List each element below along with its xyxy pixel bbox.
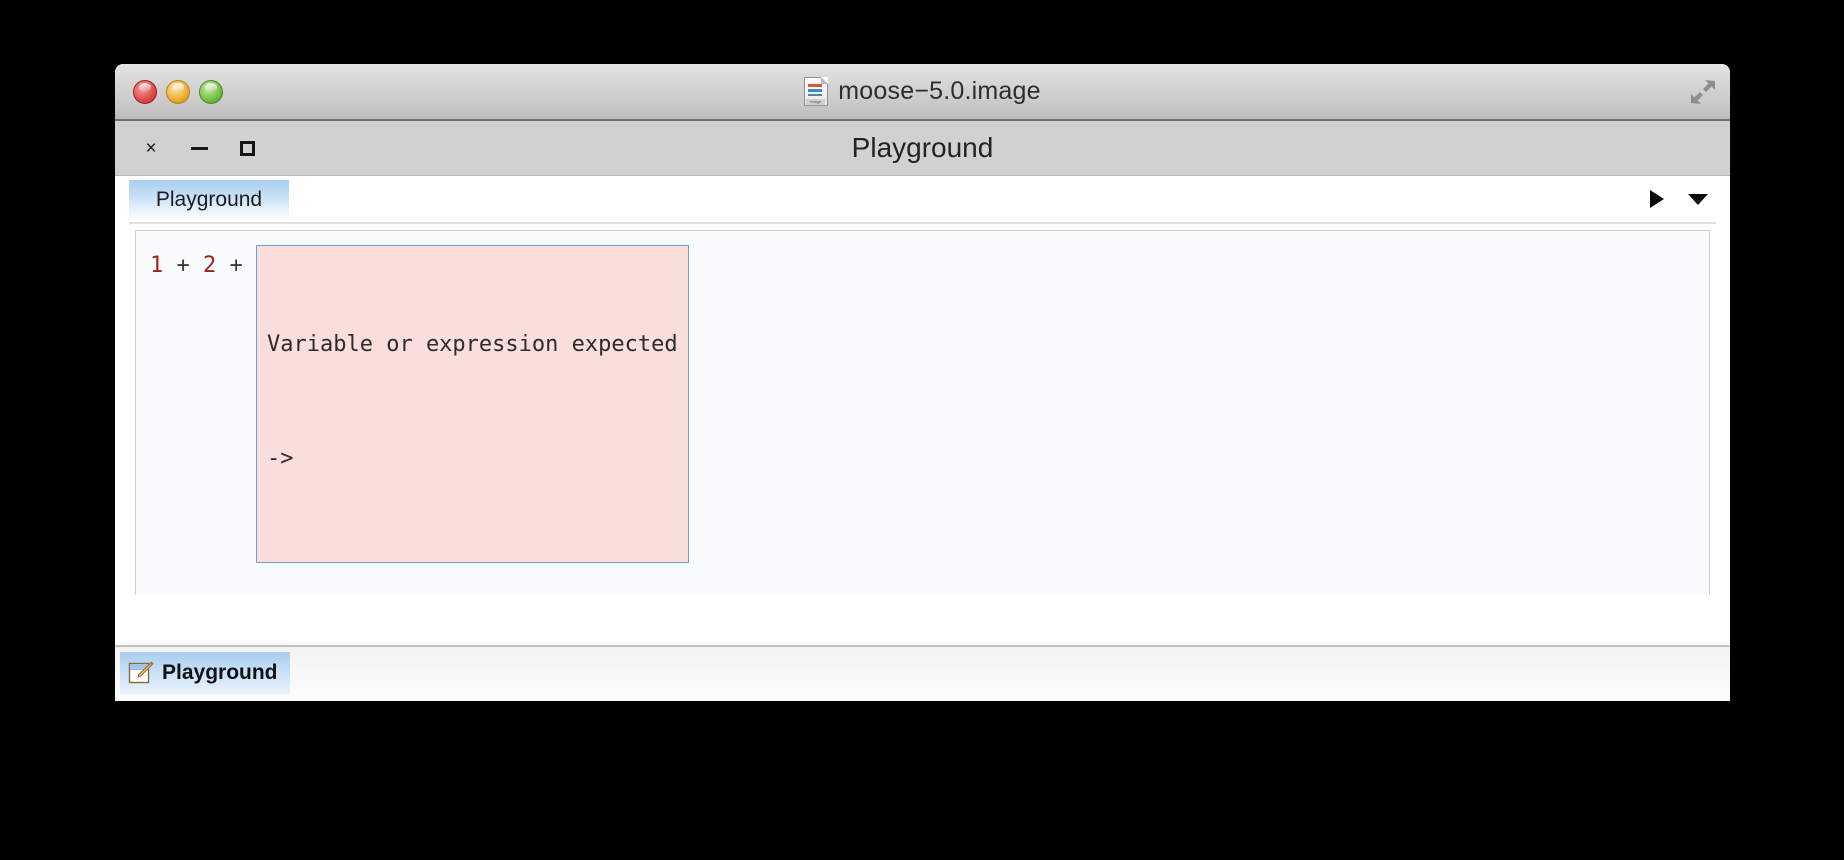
minimize-icon[interactable]	[188, 137, 210, 159]
app-window-controls: ×	[140, 137, 258, 159]
image-file-icon-glyph	[808, 82, 823, 100]
os-window-title: image moose−5.0.image	[115, 64, 1730, 119]
minimize-window-button[interactable]	[166, 79, 190, 104]
traffic-lights	[133, 79, 223, 104]
content-panel: Playground 1 + 2 + Variable or expressio…	[115, 175, 1730, 649]
taskbar: Playground	[115, 645, 1730, 701]
maximize-icon[interactable]	[236, 137, 258, 159]
syntax-error-arrow: ->	[267, 446, 294, 471]
app-bottom-strip	[115, 595, 1730, 649]
tab-playground[interactable]: Playground	[129, 180, 289, 220]
syntax-error-box: Variable or expression expected ->	[256, 245, 689, 563]
code-editor[interactable]: 1 + 2 + Variable or expression expected …	[135, 230, 1710, 637]
tab-row: Playground	[115, 176, 1730, 222]
os-window: image moose−5.0.image × Playground Playg…	[115, 64, 1730, 701]
code-token-operator-1: +	[163, 253, 203, 278]
app-titlebar[interactable]: × Playground	[115, 121, 1730, 175]
zoom-window-button[interactable]	[199, 79, 223, 104]
close-window-button[interactable]	[133, 79, 157, 104]
code-token-number-2: 2	[203, 253, 217, 278]
code-token-number-1: 1	[150, 253, 164, 278]
image-file-icon-label: image	[806, 99, 826, 105]
resize-diagonal-icon[interactable]	[1690, 79, 1716, 105]
close-icon[interactable]: ×	[140, 137, 162, 159]
os-window-title-text: moose−5.0.image	[838, 77, 1041, 105]
playground-pencil-icon	[128, 660, 154, 686]
editor-toolbar	[1650, 190, 1708, 208]
code-line: 1 + 2 + Variable or expression expected …	[136, 231, 1709, 563]
tab-separator	[129, 222, 1716, 224]
taskbar-item-label: Playground	[162, 661, 278, 684]
code-token-operator-2: +	[216, 253, 256, 278]
tab-playground-label: Playground	[155, 188, 263, 211]
app-title-text: Playground	[851, 132, 994, 163]
chevron-down-icon[interactable]	[1688, 193, 1708, 205]
os-titlebar[interactable]: image moose−5.0.image	[115, 64, 1730, 121]
syntax-error-message: Variable or expression expected	[267, 332, 678, 357]
taskbar-item-playground[interactable]: Playground	[120, 652, 290, 694]
image-file-icon: image	[804, 77, 829, 106]
play-triangle-icon[interactable]	[1650, 190, 1664, 208]
app-area: × Playground Playground 1 + 2 + Variable…	[115, 121, 1730, 701]
